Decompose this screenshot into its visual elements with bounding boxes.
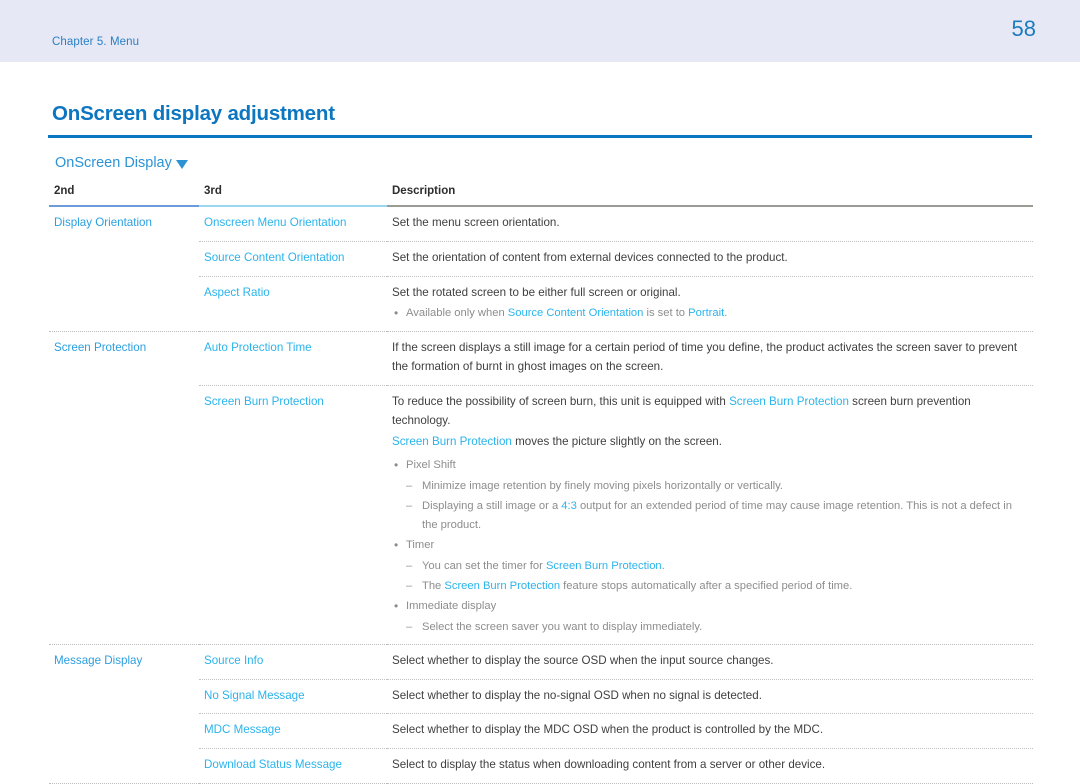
text-run: moves the picture slightly on the screen… [512, 435, 722, 448]
text-run: To reduce the possibility of screen burn… [392, 395, 729, 408]
text-run: feature stops automatically after a spec… [560, 580, 852, 592]
table-row: Display OrientationOnscreen Menu Orienta… [49, 206, 1033, 241]
setting-description: To reduce the possibility of screen burn… [387, 385, 1033, 644]
description-text: Select to display the status when downlo… [392, 756, 1023, 775]
table-head: 2nd 3rd Description [49, 185, 1033, 206]
feature-label: Timer [406, 539, 434, 551]
highlight-term: Screen Burn Protection [729, 395, 849, 408]
table-row: MDC Message Select whether to display the… [49, 714, 1033, 749]
setting-description: Select whether to display the source OSD… [387, 644, 1033, 679]
highlight-term: Screen Burn Protection [392, 435, 512, 448]
setting-description: If the screen displays a still image for… [387, 332, 1033, 386]
title-rule [48, 135, 1032, 138]
description-text: Select whether to display the source OSD… [392, 652, 1023, 671]
section-heading-label: OnScreen Display [55, 156, 172, 172]
setting-name: Download Status Message [199, 749, 387, 784]
setting-name: Auto Protection Time [199, 332, 387, 386]
setting-description: Select to display the status when downlo… [387, 749, 1033, 784]
text-run: is set to [643, 307, 688, 319]
description-text: Set the orientation of content from exte… [392, 249, 1023, 268]
table-body: Display OrientationOnscreen Menu Orienta… [49, 206, 1033, 784]
setting-name: No Signal Message [199, 679, 387, 714]
column-header-3rd: 3rd [199, 185, 387, 206]
description-text: Set the rotated screen to be either full… [392, 284, 1023, 303]
table-header-row: 2nd 3rd Description [49, 185, 1033, 206]
group-label-empty [49, 241, 199, 276]
setting-name: Source Info [199, 644, 387, 679]
description-text: If the screen displays a still image for… [392, 339, 1023, 377]
setting-name: Onscreen Menu Orientation [199, 206, 387, 241]
page-body: OnScreen display adjustment OnScreen Dis… [0, 62, 1080, 784]
setting-name: Source Content Orientation [199, 241, 387, 276]
page-title: OnScreen display adjustment [52, 103, 1032, 126]
setting-description: Set the rotated screen to be either full… [387, 276, 1033, 332]
setting-description: Set the orientation of content from exte… [387, 241, 1033, 276]
description-text: Set the menu screen orientation. [392, 214, 1023, 233]
page-number: 58 [1012, 18, 1036, 40]
feature-list: Pixel Shift Minimize image retention by f… [392, 457, 1023, 636]
group-label-empty [49, 749, 199, 784]
group-label-empty [49, 385, 199, 644]
group-label-empty [49, 714, 199, 749]
highlight-term: 4:3 [561, 500, 577, 512]
note-item: Available only when Source Content Orien… [392, 305, 1023, 323]
highlight-term: Screen Burn Protection [546, 560, 662, 572]
text-run: The [422, 580, 444, 592]
table-row: Download Status Message Select to display… [49, 749, 1033, 784]
feature-detail-item: Displaying a still image or a 4:3 output… [406, 497, 1023, 533]
setting-name: Screen Burn Protection [199, 385, 387, 644]
triangle-down-icon [176, 160, 188, 169]
description-text-secondary: Screen Burn Protection moves the picture… [392, 433, 1023, 452]
feature-detail-item: Minimize image retention by finely movin… [406, 477, 1023, 495]
feature-item: Immediate display Select the screen saver… [392, 598, 1023, 636]
note-list: Available only when Source Content Orien… [392, 305, 1023, 323]
feature-item: Pixel Shift Minimize image retention by f… [392, 457, 1023, 533]
table-row: Screen Burn ProtectionTo reduce the poss… [49, 385, 1033, 644]
setting-name: Aspect Ratio [199, 276, 387, 332]
text-run: Select the screen saver you want to disp… [422, 621, 702, 633]
table-row: Aspect Ratio Set the rotated screen to be… [49, 276, 1033, 332]
column-header-description: Description [387, 185, 1033, 206]
group-label: Screen Protection [49, 332, 199, 386]
setting-description: Select whether to display the MDC OSD wh… [387, 714, 1033, 749]
setting-description: Select whether to display the no-signal … [387, 679, 1033, 714]
table-row: Source Content Orientation Set the orient… [49, 241, 1033, 276]
description-text: To reduce the possibility of screen burn… [392, 393, 1023, 431]
feature-detail-list: Minimize image retention by finely movin… [406, 477, 1023, 533]
feature-label: Immediate display [406, 600, 496, 612]
content-column: OnScreen display adjustment OnScreen Dis… [48, 103, 1032, 784]
feature-detail-item: Select the screen saver you want to disp… [406, 618, 1023, 636]
text-run: You can set the timer for [422, 560, 546, 572]
group-label-empty [49, 679, 199, 714]
text-run: . [662, 560, 665, 572]
text-run: Available only when [406, 307, 508, 319]
group-label: Display Orientation [49, 206, 199, 241]
table-row: No Signal Message Select whether to displ… [49, 679, 1033, 714]
table-row: Message DisplaySource Info Select whether… [49, 644, 1033, 679]
highlight-term: Screen Burn Protection [444, 580, 560, 592]
feature-label: Pixel Shift [406, 459, 456, 471]
feature-detail-item: The Screen Burn Protection feature stops… [406, 577, 1023, 595]
group-label: Message Display [49, 644, 199, 679]
setting-description: Set the menu screen orientation. [387, 206, 1033, 241]
settings-table: 2nd 3rd Description Display OrientationO… [49, 185, 1033, 784]
column-header-2nd: 2nd [49, 185, 199, 206]
highlight-term: Source Content Orientation [508, 307, 644, 319]
description-text: Select whether to display the MDC OSD wh… [392, 721, 1023, 740]
text-run: Displaying a still image or a [422, 500, 561, 512]
section-heading: OnScreen Display [55, 156, 1032, 172]
setting-name: MDC Message [199, 714, 387, 749]
highlight-term: Portrait [688, 307, 724, 319]
feature-detail-item: You can set the timer for Screen Burn Pr… [406, 557, 1023, 575]
chapter-label: Chapter 5. Menu [52, 37, 139, 49]
group-label-empty [49, 276, 199, 332]
feature-item: Timer You can set the timer for Screen Bu… [392, 537, 1023, 595]
text-run: Minimize image retention by finely movin… [422, 480, 783, 492]
table-row: Screen ProtectionAuto Protection TimeIf … [49, 332, 1033, 386]
page-header-band: Chapter 5. Menu 58 [0, 0, 1080, 62]
feature-detail-list: You can set the timer for Screen Burn Pr… [406, 557, 1023, 595]
description-text: Select whether to display the no-signal … [392, 687, 1023, 706]
feature-detail-list: Select the screen saver you want to disp… [406, 618, 1023, 636]
text-run: . [724, 307, 727, 319]
